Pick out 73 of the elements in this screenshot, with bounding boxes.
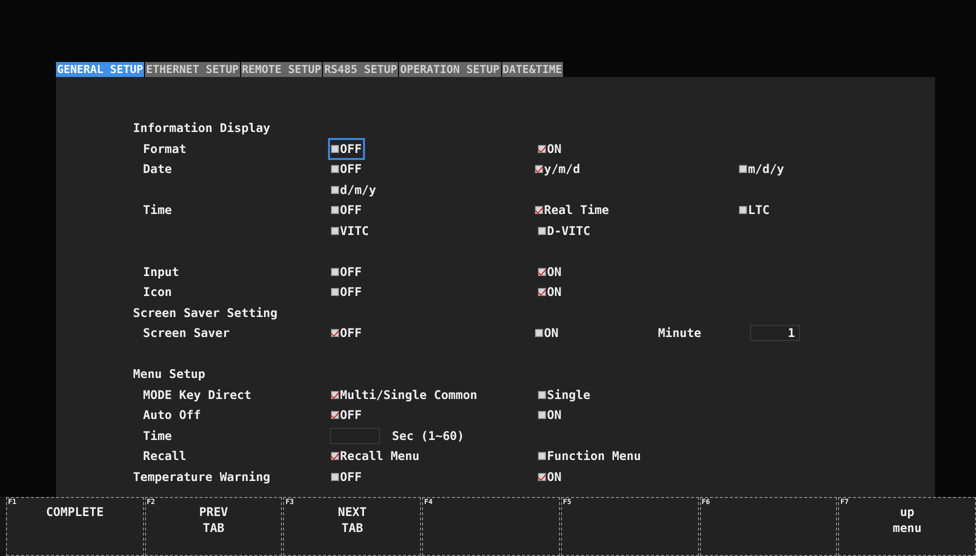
unchecked-box-icon	[538, 452, 546, 460]
setting-label: Recall	[143, 449, 186, 464]
checked-box-icon	[534, 165, 543, 174]
checked-box-icon	[534, 206, 543, 214]
unchecked-box-icon	[331, 165, 339, 174]
setting-label: MODE Key Direct	[143, 388, 252, 402]
checked-box-icon	[538, 288, 546, 296]
radio-option[interactable]: Function Menu	[537, 447, 642, 466]
setting-label: Icon	[143, 285, 172, 300]
setting-label: Time	[143, 428, 172, 443]
number-field[interactable]	[330, 428, 380, 444]
tab[interactable]: OPERATION SETUP	[399, 62, 500, 77]
radio-option[interactable]: OFF	[330, 201, 363, 220]
tab[interactable]: ETHERNET SETUP	[145, 62, 240, 77]
unit-label: Sec (1~60)	[392, 428, 464, 445]
radio-option[interactable]: Recall Menu	[330, 447, 420, 466]
unchecked-box-icon	[331, 288, 339, 296]
checked-box-icon	[331, 329, 339, 338]
setting-label: Auto Off	[143, 408, 201, 422]
radio-option[interactable]: LTC	[738, 201, 771, 220]
unchecked-box-icon	[331, 206, 339, 214]
unchecked-box-icon	[538, 390, 546, 399]
radio-option[interactable]: OFF	[330, 262, 363, 281]
radio-option[interactable]: OFF	[330, 406, 363, 424]
field-label: Minute	[658, 325, 702, 342]
radio-option[interactable]: ON	[537, 406, 562, 424]
checked-box-icon	[538, 472, 546, 481]
setting-label: Time	[143, 203, 172, 218]
tab[interactable]: RS485 SETUP	[323, 62, 398, 77]
setting-label: Screen Saver	[143, 326, 230, 340]
checked-box-icon	[331, 390, 339, 399]
unchecked-box-icon	[738, 206, 747, 214]
checked-box-icon	[331, 411, 339, 420]
radio-option[interactable]: y/m/d	[534, 160, 582, 178]
tab[interactable]: REMOTE SETUP	[240, 62, 322, 77]
radio-option[interactable]: ON	[537, 283, 562, 302]
setting-label: Date	[143, 162, 172, 176]
radio-option[interactable]: OFF	[330, 283, 363, 302]
number-field[interactable]: 1	[750, 325, 800, 342]
radio-option[interactable]: OFF	[330, 160, 363, 178]
unchecked-box-icon	[538, 226, 546, 235]
radio-option[interactable]: OFF	[330, 468, 363, 486]
radio-option[interactable]: VITC	[330, 222, 370, 240]
radio-option[interactable]: d/m/y	[330, 180, 378, 199]
unchecked-box-icon	[331, 472, 339, 481]
unchecked-box-icon	[331, 268, 339, 276]
section-heading: Menu Setup	[133, 367, 206, 382]
unchecked-box-icon	[738, 165, 747, 174]
radio-option[interactable]: Single	[537, 386, 592, 404]
checked-box-icon	[538, 144, 546, 153]
setting-label: Input	[143, 264, 180, 279]
radio-option[interactable]: m/d/y	[738, 160, 786, 178]
radio-option[interactable]: D-VITC	[537, 222, 592, 240]
radio-option[interactable]: ON	[537, 468, 562, 486]
unchecked-box-icon	[331, 186, 339, 194]
unchecked-box-icon	[331, 226, 339, 235]
radio-option[interactable]: ON	[534, 324, 560, 342]
unchecked-box-icon	[331, 144, 339, 153]
radio-option[interactable]: OFF	[330, 324, 363, 342]
radio-option[interactable]: OFF	[330, 140, 363, 158]
tab[interactable]: DATE&TIME	[502, 62, 564, 77]
section-heading: Screen Saver Setting	[133, 306, 278, 320]
unchecked-box-icon	[538, 411, 546, 420]
unchecked-box-icon	[534, 329, 543, 338]
section-heading: Temperature Warning	[133, 470, 270, 484]
checked-box-icon	[538, 268, 546, 276]
radio-option[interactable]: Multi/Single Common	[330, 386, 478, 404]
radio-option[interactable]: ON	[537, 262, 562, 281]
section-heading: Information Display	[133, 121, 270, 136]
radio-option[interactable]: ON	[537, 140, 562, 158]
setting-label: Format	[143, 142, 186, 156]
checked-box-icon	[331, 452, 339, 460]
radio-option[interactable]: Real Time	[534, 201, 610, 220]
